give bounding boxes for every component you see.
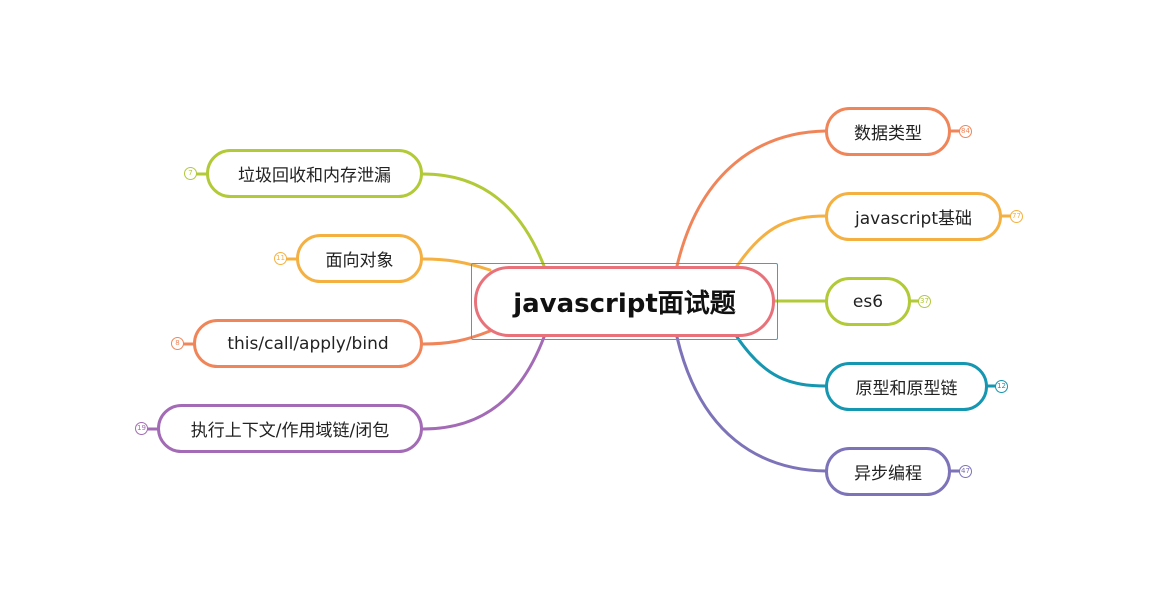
topic-javascript-basics[interactable]: javascript基础: [825, 192, 1002, 241]
topic-label: es6: [852, 291, 884, 312]
root-topic-label: javascript面试题: [513, 289, 736, 319]
collapsed-count-badge[interactable]: 37: [918, 295, 931, 308]
topic-label: 原型和原型链: [855, 379, 958, 399]
topic-garbage-collection[interactable]: 垃圾回收和内存泄漏: [206, 149, 423, 198]
collapsed-count-badge[interactable]: 7: [184, 167, 197, 180]
topic-es6[interactable]: es6: [825, 277, 911, 326]
topic-label: 数据类型: [854, 124, 922, 144]
collapsed-count-badge[interactable]: 47: [959, 465, 972, 478]
topic-label: 垃圾回收和内存泄漏: [238, 166, 391, 186]
collapsed-count-badge[interactable]: 77: [1010, 210, 1023, 223]
connector-line: [421, 172, 546, 268]
topic-label: 执行上下文/作用域链/闭包: [190, 421, 390, 441]
topic-execution-context-closure[interactable]: 执行上下文/作用域链/闭包: [157, 404, 423, 453]
topic-label: javascript基础: [855, 209, 972, 229]
collapsed-count-badge[interactable]: 11: [274, 252, 287, 265]
mindmap-canvas: javascript面试题 数据类型 84 javascript基础 77 es…: [0, 0, 1154, 603]
connector-line: [735, 214, 828, 268]
topic-label: 异步编程: [854, 464, 922, 484]
connector-line: [735, 335, 828, 388]
topic-label: this/call/apply/bind: [227, 333, 389, 354]
topic-label: 面向对象: [325, 251, 394, 271]
topic-async-programming[interactable]: 异步编程: [825, 447, 951, 496]
topic-prototype-chain[interactable]: 原型和原型链: [825, 362, 988, 411]
root-topic[interactable]: javascript面试题: [474, 266, 775, 337]
topic-this-call-apply-bind[interactable]: this/call/apply/bind: [193, 319, 423, 368]
collapsed-count-badge[interactable]: 12: [995, 380, 1008, 393]
topic-oop[interactable]: 面向对象: [296, 234, 423, 283]
collapsed-count-badge[interactable]: 84: [959, 125, 972, 138]
collapsed-count-badge[interactable]: 8: [171, 337, 184, 350]
connector-line: [421, 335, 546, 431]
collapsed-count-badge[interactable]: 19: [135, 422, 148, 435]
topic-data-types[interactable]: 数据类型: [825, 107, 951, 156]
